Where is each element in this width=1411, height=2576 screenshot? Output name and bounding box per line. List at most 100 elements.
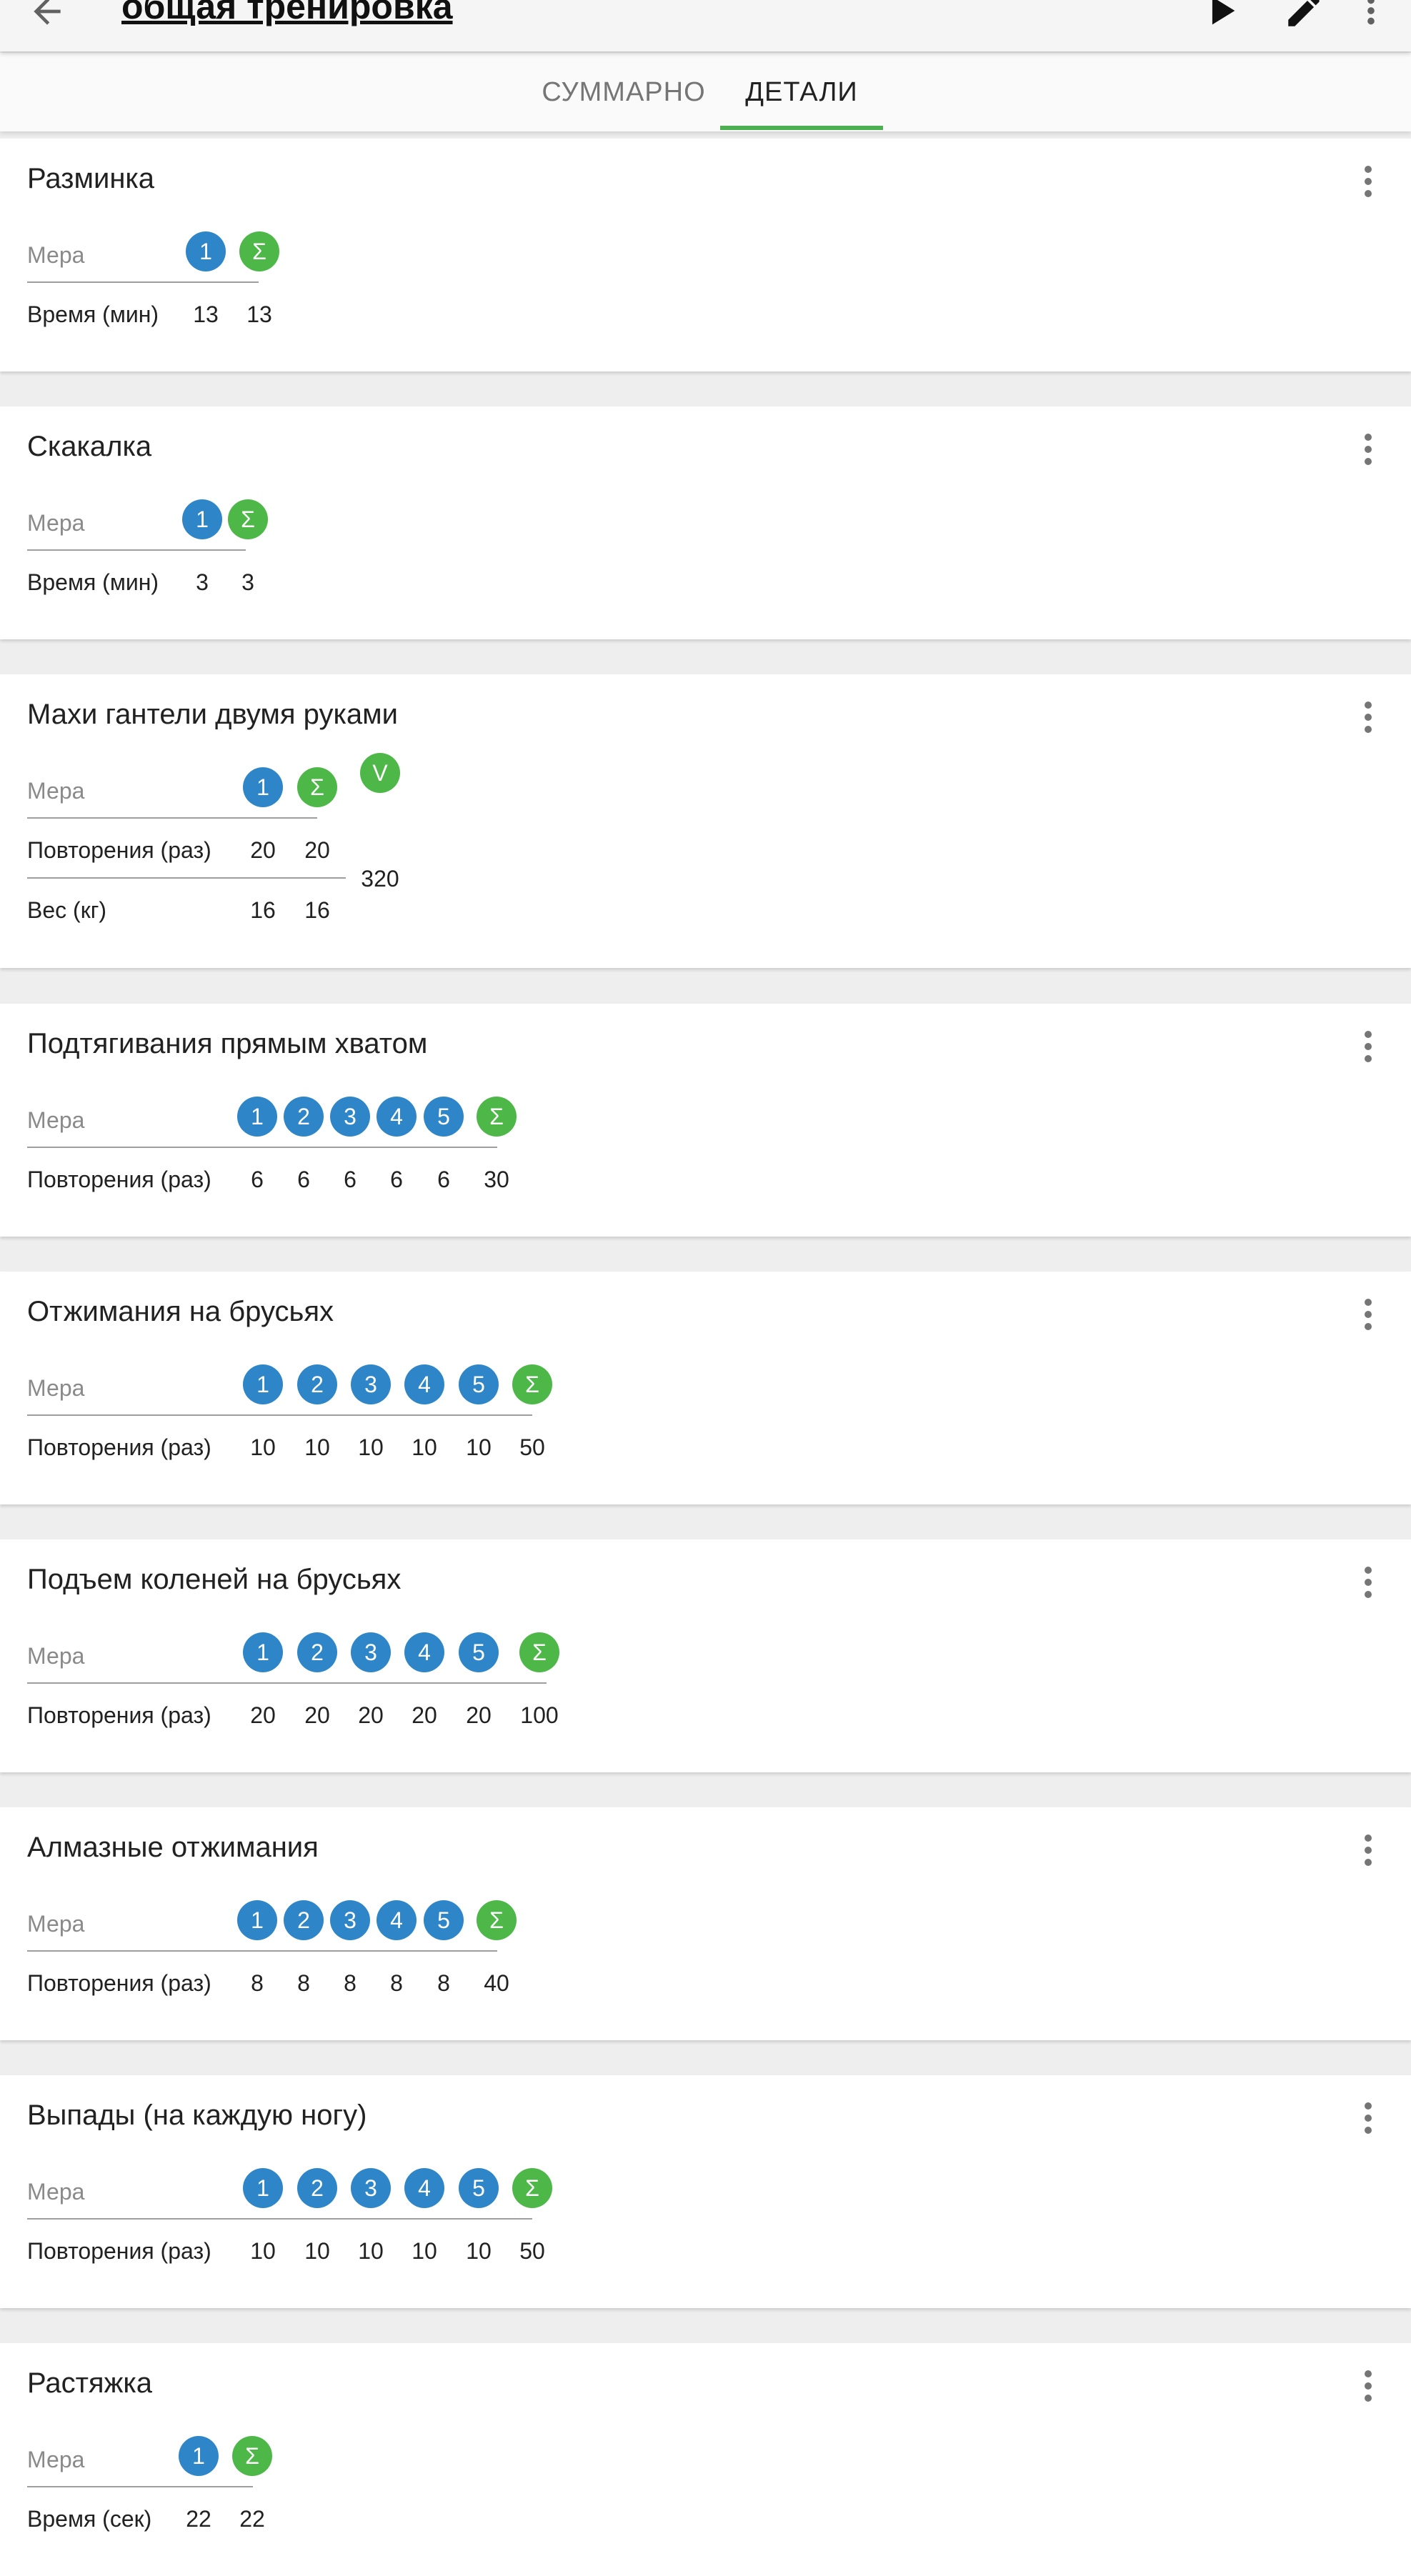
more-vertical-icon[interactable] [1361, 1031, 1375, 1062]
set-number-badge: 1 [237, 1900, 277, 1940]
exercise-card[interactable]: Отжимания на брусьях Мера 1 2 3 4 5 Σ Повторения… [0, 1272, 1411, 1504]
top-app-bar: общая тренировка [0, 0, 1411, 51]
more-vertical-icon[interactable] [1360, 0, 1382, 31]
exercise-card[interactable]: Растяжка Мера 1 Σ Время (сек) 22 22 [0, 2343, 1411, 2576]
exercise-card[interactable]: Алмазные отжимания Мера 1 2 3 4 5 Σ Повторения (… [0, 1807, 1411, 2040]
more-vertical-icon[interactable] [1361, 2370, 1375, 2402]
header-divider [27, 281, 259, 283]
header-divider [27, 1682, 547, 1684]
measure-value: 30 [484, 1167, 509, 1192]
set-number-badge: 1 [243, 1632, 283, 1672]
measure-row-label: Повторения (раз) [27, 1434, 211, 1460]
measure-value: 40 [484, 1970, 509, 1996]
exercise-title: Отжимания на брусьях [27, 1296, 334, 1327]
measure-value: 22 [186, 2506, 211, 2532]
exercise-title: Подъем коленей на брусьях [27, 1564, 402, 1595]
set-number-badge: 1 [182, 499, 222, 539]
measure-value: 8 [437, 1970, 450, 1996]
measure-value: 13 [246, 301, 272, 327]
measure-label: Мера [27, 242, 85, 268]
exercise-title: Подтягивания прямым хватом [27, 1028, 428, 1059]
measure-row-label: Время (мин) [27, 301, 159, 327]
set-number-badge: 1 [179, 2436, 219, 2476]
sum-badge: Σ [239, 231, 279, 271]
exercise-card[interactable]: Подъем коленей на брусьях Мера 1 2 3 4 5 Σ Повто… [0, 1539, 1411, 1772]
exercise-title: Махи гантели двумя руками [27, 699, 398, 730]
measure-value: 20 [466, 1702, 492, 1728]
set-number-badge: 4 [404, 1632, 444, 1672]
measure-value: 50 [519, 1434, 545, 1460]
measure-row-label: Повторения (раз) [27, 1702, 211, 1728]
set-number-badge: 2 [284, 1097, 324, 1137]
play-icon[interactable] [1200, 0, 1242, 31]
measure-value: 20 [358, 1702, 384, 1728]
more-vertical-icon[interactable] [1361, 166, 1375, 197]
exercise-title: Выпады (на каждую ногу) [27, 2100, 367, 2131]
more-vertical-icon[interactable] [1361, 2102, 1375, 2134]
header-divider [27, 1950, 497, 1952]
exercise-card[interactable]: Разминка Мера 1 Σ Время (мин) 13 13 [0, 139, 1411, 371]
measure-row-label: Повторения (раз) [27, 1970, 211, 1996]
set-number-badge: 5 [459, 1632, 499, 1672]
set-number-badge: 3 [330, 1900, 370, 1940]
tab-details[interactable]: ДЕТАЛИ [720, 53, 883, 131]
measure-value: 10 [466, 2238, 492, 2264]
measure-value: 20 [250, 837, 276, 863]
header-divider [27, 1414, 532, 1416]
set-number-badge: 3 [330, 1097, 370, 1137]
measure-row-label: Повторения (раз) [27, 837, 211, 863]
row-divider [27, 877, 346, 879]
set-number-badge: 1 [243, 767, 283, 807]
set-number-badge: 4 [404, 2168, 444, 2208]
sum-badge: Σ [519, 1632, 559, 1672]
exercise-title: Скакалка [27, 431, 152, 462]
sum-badge: Σ [228, 499, 268, 539]
more-vertical-icon[interactable] [1361, 1834, 1375, 1866]
measure-label: Мера [27, 1375, 85, 1401]
measure-value: 50 [519, 2238, 545, 2264]
set-number-badge: 1 [243, 1364, 283, 1404]
set-number-badge: 4 [404, 1364, 444, 1404]
more-vertical-icon[interactable] [1361, 1567, 1375, 1598]
measure-value: 20 [250, 1702, 276, 1728]
more-vertical-icon[interactable] [1361, 434, 1375, 465]
header-divider [27, 2218, 532, 2220]
set-number-badge: 4 [377, 1900, 417, 1940]
set-number-badge: 5 [459, 2168, 499, 2208]
volume-badge: V [360, 753, 400, 793]
set-number-badge: 3 [351, 1364, 391, 1404]
header-divider [27, 2486, 253, 2487]
measure-value: 10 [250, 1434, 276, 1460]
tab-summary[interactable]: СУММАРНО [534, 53, 713, 131]
sum-badge: Σ [232, 2436, 272, 2476]
arrow-left-icon[interactable] [27, 0, 67, 31]
set-number-badge: 2 [297, 1364, 337, 1404]
sum-badge: Σ [512, 2168, 552, 2208]
exercise-title: Разминка [27, 163, 155, 194]
exercise-title: Растяжка [27, 2367, 152, 2399]
pencil-icon[interactable] [1283, 0, 1325, 31]
set-number-badge: 5 [424, 1900, 464, 1940]
exercise-title: Алмазные отжимания [27, 1832, 319, 1863]
measure-value: 10 [412, 2238, 437, 2264]
measure-value: 3 [241, 569, 254, 595]
measure-value: 10 [412, 1434, 437, 1460]
exercise-card[interactable]: Махи гантели двумя руками Мера 1 Σ V Повторен… [0, 674, 1411, 968]
exercise-card[interactable]: Скакалка Мера 1 Σ Время (мин) 3 3 [0, 406, 1411, 639]
measure-row-label: Повторения (раз) [27, 1167, 211, 1192]
measure-label: Мера [27, 2447, 85, 2472]
measure-row-label: Время (сек) [27, 2506, 152, 2532]
set-number-badge: 1 [237, 1097, 277, 1137]
measure-value: 20 [304, 1702, 330, 1728]
measure-value: 22 [239, 2506, 265, 2532]
measure-value: 13 [193, 301, 219, 327]
set-number-badge: 1 [243, 2168, 283, 2208]
more-vertical-icon[interactable] [1361, 702, 1375, 733]
more-vertical-icon[interactable] [1361, 1299, 1375, 1330]
set-number-badge: 4 [377, 1097, 417, 1137]
measure-value: 16 [304, 897, 330, 923]
exercise-card[interactable]: Выпады (на каждую ногу) Мера 1 2 3 4 5 Σ Повторе… [0, 2075, 1411, 2308]
measure-value: 10 [466, 1434, 492, 1460]
exercise-card[interactable]: Подтягивания прямым хватом Мера 1 2 3 4 5 Σ Повт… [0, 1004, 1411, 1237]
set-number-badge: 2 [284, 1900, 324, 1940]
